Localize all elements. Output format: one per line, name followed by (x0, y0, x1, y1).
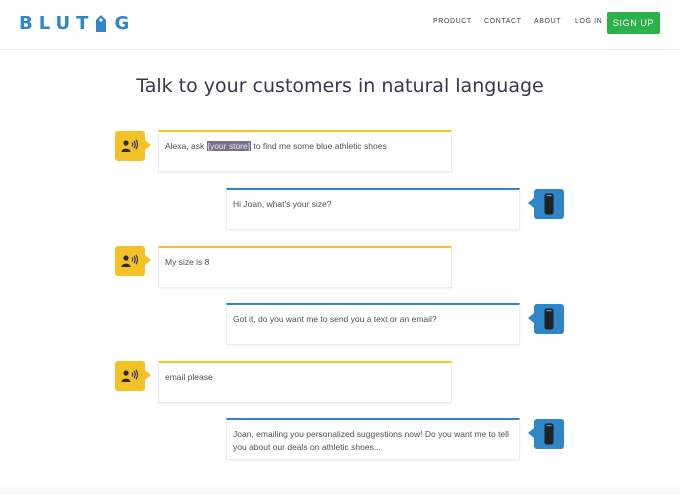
signup-button[interactable]: SIGN UP (607, 12, 660, 34)
message-text: Got it, do you want me to send you a tex… (233, 314, 437, 324)
message-text: Joan, emailing you personalized suggesti… (233, 429, 509, 452)
message-text: Hi Joan, what's your size? (233, 199, 332, 209)
chat-message-bot: Got it, do you want me to send you a tex… (226, 303, 520, 345)
message-text-suffix: to find me some blue athletic shoes (251, 141, 387, 151)
highlighted-placeholder: [your store] (206, 141, 252, 151)
bot-avatar (528, 189, 564, 219)
chat-message-user: My size is 8 (158, 246, 452, 288)
person-speaking-icon (121, 369, 139, 382)
person-speaking-icon (121, 254, 139, 267)
nav-contact-link[interactable]: CONTACT (484, 18, 522, 25)
bot-avatar (528, 304, 564, 334)
page-title: Talk to your customers in natural langua… (136, 75, 544, 97)
chat-message-user: Alexa, ask [your store] to find me some … (158, 130, 452, 172)
chat-message-bot: Hi Joan, what's your size? (226, 188, 520, 230)
echo-device-icon (544, 423, 554, 445)
message-text: email please (165, 372, 213, 382)
message-text: My size is 8 (165, 257, 210, 267)
chat-message-bot: Joan, emailing you personalized suggesti… (226, 418, 520, 460)
echo-device-icon (544, 308, 554, 330)
top-nav: PRODUCT CONTACT ABOUT LOG IN (0, 18, 680, 30)
echo-device-icon (544, 193, 554, 215)
message-text-prefix: Alexa, ask (165, 141, 207, 151)
user-avatar (115, 361, 151, 391)
site-header: BLUT G PRODUCT CONTACT ABOUT LOG IN SIGN… (0, 0, 680, 50)
section-divider (0, 482, 680, 494)
bot-avatar (528, 419, 564, 449)
nav-product-link[interactable]: PRODUCT (433, 18, 472, 25)
nav-login-link[interactable]: LOG IN (575, 18, 602, 25)
chat-message-user: email please (158, 361, 452, 403)
user-avatar (115, 246, 151, 276)
nav-about-link[interactable]: ABOUT (534, 18, 561, 25)
user-avatar (115, 131, 151, 161)
person-speaking-icon (121, 139, 139, 152)
